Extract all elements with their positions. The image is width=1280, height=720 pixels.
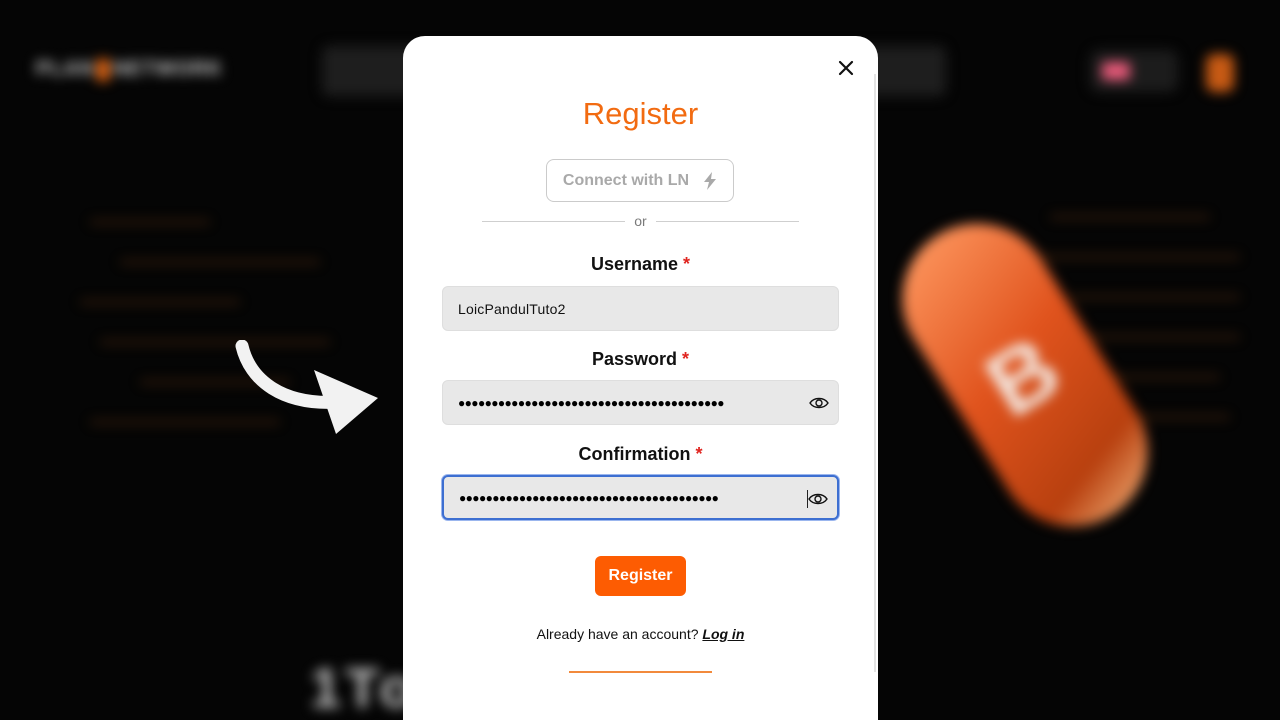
password-label-text: Password — [591, 349, 677, 369]
lightning-icon — [704, 171, 717, 190]
close-icon[interactable] — [835, 57, 857, 79]
login-prompt: Already have an account? Log in — [403, 626, 878, 642]
arrow-icon — [235, 340, 378, 434]
username-label: Username * — [403, 254, 878, 275]
register-modal: Register Connect with LN or Username * L… — [403, 36, 878, 720]
password-field[interactable]: ●●●●●●●●●●●●●●●●●●●●●●●●●●●●●●●●●●●●●●●● — [442, 380, 839, 425]
connect-ln-label: Connect with LN — [562, 171, 690, 189]
username-field[interactable]: LoicPandulTuto2 — [442, 286, 839, 331]
divider-line-right — [656, 221, 799, 222]
connect-ln-button[interactable]: Connect with LN — [546, 159, 734, 202]
user-icon — [1206, 54, 1234, 92]
confirmation-field[interactable]: ●●●●●●●●●●●●●●●●●●●●●●●●●●●●●●●●●●●●●●● — [442, 475, 839, 520]
password-value: ●●●●●●●●●●●●●●●●●●●●●●●●●●●●●●●●●●●●●●●● — [458, 395, 724, 410]
confirmation-value: ●●●●●●●●●●●●●●●●●●●●●●●●●●●●●●●●●●●●●●● — [459, 490, 719, 505]
username-label-text: Username — [590, 254, 678, 274]
modal-title: Register — [582, 96, 699, 131]
password-label: Password * — [403, 349, 878, 370]
login-link[interactable]: Log in — [702, 626, 744, 642]
modal-scrollbar[interactable] — [874, 74, 876, 672]
eye-icon[interactable] — [808, 490, 828, 508]
already-account-text: Already have an account? — [536, 626, 699, 642]
language-selector — [1090, 50, 1178, 92]
username-value: LoicPandulTuto2 — [458, 300, 566, 317]
confirmation-label: Confirmation * — [403, 444, 878, 465]
bottom-accent-line — [569, 671, 712, 673]
required-marker: * — [695, 444, 703, 464]
required-marker: * — [682, 349, 690, 369]
eye-icon[interactable] — [809, 394, 829, 412]
site-logo: PLAN NETWORK — [36, 58, 223, 81]
required-marker: * — [683, 254, 691, 274]
register-button[interactable]: Register — [595, 556, 686, 596]
or-divider: or — [482, 211, 799, 231]
flag-icon — [1102, 62, 1130, 80]
confirmation-label-text: Confirmation — [578, 444, 691, 464]
